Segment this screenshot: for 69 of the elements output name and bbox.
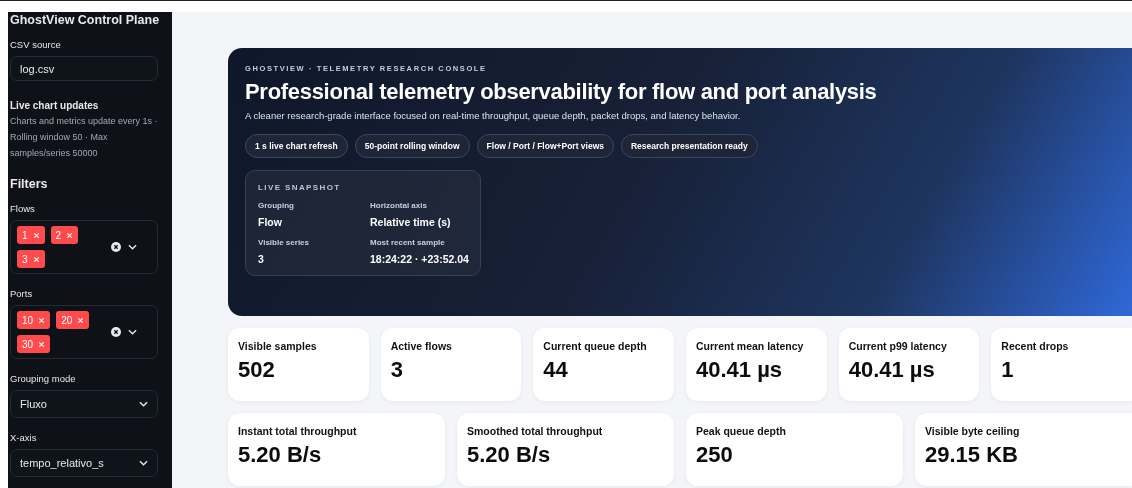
chevron-down-icon[interactable] bbox=[139, 401, 148, 407]
select-value: tempo_relativo_s bbox=[20, 457, 104, 469]
feature-pill: Flow / Port / Flow+Port views bbox=[476, 134, 614, 158]
multiselect-field[interactable]: 1 2 3 bbox=[10, 220, 158, 274]
filter-chip[interactable]: 1 bbox=[17, 226, 45, 244]
remove-icon[interactable] bbox=[38, 316, 46, 324]
chevron-down-icon[interactable] bbox=[128, 329, 137, 335]
snapshot-value: 3 bbox=[258, 253, 265, 265]
filter-chip[interactable]: 30 bbox=[17, 335, 51, 353]
hero-title: Professional telemetry observability for flow and port analysis bbox=[245, 79, 878, 105]
field-label: Ports bbox=[10, 288, 34, 299]
snapshot-title: LIVE SNAPSHOT bbox=[258, 183, 342, 192]
metric-label: Peak queue depth bbox=[696, 425, 787, 437]
metric-value: 250 bbox=[696, 442, 734, 468]
metric-value: 3 bbox=[390, 357, 404, 383]
metric-value: 29.15 KB bbox=[925, 442, 1019, 468]
remove-icon[interactable] bbox=[66, 231, 74, 239]
select-value: Fluxo bbox=[20, 398, 47, 410]
metric-value: 502 bbox=[238, 357, 276, 383]
remove-icon[interactable] bbox=[38, 340, 46, 348]
remove-icon[interactable] bbox=[32, 231, 40, 239]
snapshot-label: Grouping bbox=[258, 201, 295, 210]
field-label: X-axis bbox=[10, 432, 38, 443]
feature-pill: Research presentation ready bbox=[621, 134, 758, 158]
section-heading: Live chart updates bbox=[10, 100, 100, 111]
select-field[interactable]: tempo_relativo_s bbox=[10, 449, 158, 477]
metric-value: 40.41 µs bbox=[696, 357, 784, 383]
feature-pill: 1 s live chart refresh bbox=[245, 134, 348, 158]
metric-label: Current queue depth bbox=[543, 340, 648, 352]
chevron-down-icon[interactable] bbox=[139, 460, 148, 466]
metric-label: Visible byte ceiling bbox=[925, 425, 1021, 437]
filter-chip[interactable]: 10 bbox=[17, 311, 51, 329]
live-updates-note: Charts and metrics update every 1s · Rolling window 50 · Max samples/series 50000 bbox=[10, 115, 158, 160]
select-field[interactable]: Fluxo bbox=[10, 390, 158, 418]
hero-subtitle: A cleaner research-grade interface focused on real-time throughput, queue depth, packet drops, and latency behavior. bbox=[245, 110, 742, 121]
metric-label: Instant total throughput bbox=[238, 425, 358, 437]
metric-label: Visible samples bbox=[238, 340, 318, 352]
snapshot-label: Horizontal axis bbox=[370, 201, 428, 210]
metric-value: 1 bbox=[1001, 357, 1015, 383]
multiselect-field[interactable]: 10 20 30 bbox=[10, 305, 158, 359]
remove-icon[interactable] bbox=[32, 255, 40, 263]
snapshot-value: Flow bbox=[258, 216, 283, 228]
metric-value: 5.20 B/s bbox=[467, 442, 552, 468]
metric-label: Current p99 latency bbox=[848, 340, 948, 352]
metric-value: 5.20 B/s bbox=[238, 442, 323, 468]
snapshot-value: Relative time (s) bbox=[370, 216, 452, 228]
csv-source-field[interactable]: log.csv bbox=[10, 56, 158, 81]
sidebar-title: GhostView Control Plane bbox=[10, 13, 158, 27]
filter-chip[interactable]: 2 bbox=[50, 226, 79, 244]
filters-heading: Filters bbox=[10, 177, 49, 191]
metric-label: Recent drops bbox=[1001, 340, 1070, 352]
metric-value: 44 bbox=[543, 357, 569, 383]
remove-icon[interactable] bbox=[77, 316, 85, 324]
filter-chip[interactable]: 3 bbox=[17, 250, 45, 268]
field-label: CSV source bbox=[10, 39, 62, 50]
chevron-down-icon[interactable] bbox=[128, 244, 137, 250]
filter-chip[interactable]: 20 bbox=[56, 311, 90, 329]
clear-icon[interactable] bbox=[111, 327, 121, 337]
metric-value: 40.41 µs bbox=[848, 357, 936, 383]
metric-label: Current mean latency bbox=[696, 340, 805, 352]
metric-label: Smoothed total throughput bbox=[467, 425, 604, 437]
field-label: Grouping mode bbox=[10, 373, 77, 384]
clear-icon[interactable] bbox=[111, 242, 121, 252]
metric-label: Active flows bbox=[390, 340, 453, 352]
field-label: Flows bbox=[10, 203, 36, 214]
snapshot-label: Visible series bbox=[258, 238, 310, 247]
feature-pill: 50-point rolling window bbox=[354, 134, 470, 158]
snapshot-value: 18:24:22 · +23:52.04 bbox=[370, 253, 469, 265]
snapshot-label: Most recent sample bbox=[370, 238, 446, 247]
